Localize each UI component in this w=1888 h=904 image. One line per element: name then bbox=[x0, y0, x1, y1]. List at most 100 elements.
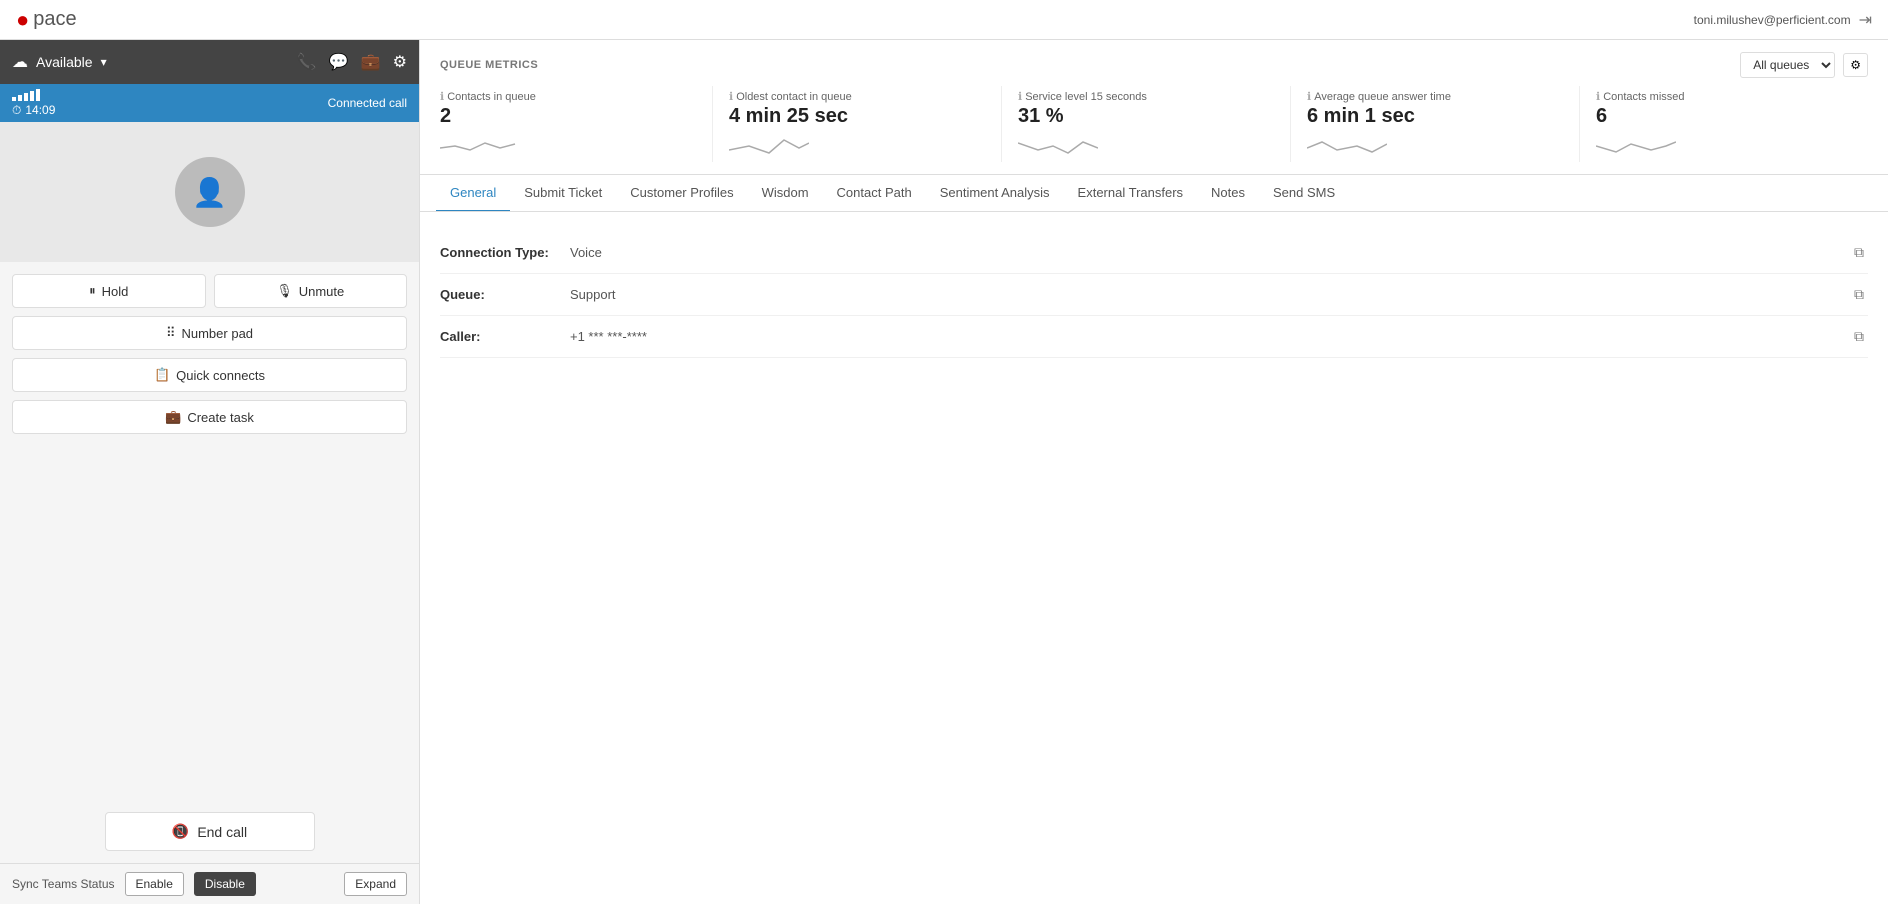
tab-submit-ticket[interactable]: Submit Ticket bbox=[510, 175, 616, 212]
spacer bbox=[0, 446, 419, 800]
signal-bar-4 bbox=[30, 91, 34, 101]
metric-oldest-contact: ℹ Oldest contact in queue 4 min 25 sec bbox=[729, 86, 1002, 162]
expand-button[interactable]: Expand bbox=[344, 872, 407, 896]
call-bar: ⏱ 14:09 Connected call bbox=[0, 84, 419, 122]
end-call-icon: 📵 bbox=[172, 823, 189, 840]
queue-row: Queue: Support ⧉ bbox=[440, 274, 1868, 316]
tab-external-transfers[interactable]: External Transfers bbox=[1064, 175, 1198, 212]
metric-contacts-in-queue: ℹ Contacts in queue 2 bbox=[440, 86, 713, 162]
pause-icon: ⏸ bbox=[89, 283, 96, 299]
queue-metrics-title: QUEUE METRICS bbox=[440, 59, 538, 71]
chevron-down-icon[interactable]: ▾ bbox=[101, 55, 107, 69]
metric-chart-3 bbox=[1307, 128, 1563, 158]
caller-label: Caller: bbox=[440, 329, 570, 344]
call-status: Connected call bbox=[328, 96, 407, 110]
number-pad-button[interactable]: ⠿ Number pad bbox=[12, 316, 407, 350]
chat-icon[interactable]: 💬 bbox=[329, 52, 349, 72]
dialpad-icon: ⠿ bbox=[166, 325, 176, 341]
logo: ● pace bbox=[16, 7, 77, 33]
status-icons: 📞 💬 💼 ⚙ bbox=[297, 52, 407, 72]
hold-button[interactable]: ⏸ Hold bbox=[12, 274, 206, 308]
queue-select[interactable]: All queues bbox=[1740, 52, 1835, 78]
tab-send-sms[interactable]: Send SMS bbox=[1259, 175, 1349, 212]
connection-type-value: Voice bbox=[570, 245, 1850, 260]
end-call-button[interactable]: 📵 End call bbox=[105, 812, 315, 851]
sync-label: Sync Teams Status bbox=[12, 877, 115, 891]
end-call-area: 📵 End call bbox=[0, 800, 419, 863]
metric-label-0: Contacts in queue bbox=[447, 91, 536, 103]
phone-icon[interactable]: 📞 bbox=[297, 52, 317, 72]
queue-metrics: QUEUE METRICS All queues ⚙ ℹ Contacts in… bbox=[420, 40, 1888, 175]
top-nav-right: toni.milushev@perficient.com ⇥ bbox=[1694, 10, 1872, 30]
user-email: toni.milushev@perficient.com bbox=[1694, 13, 1851, 27]
metric-label-2: Service level 15 seconds bbox=[1025, 91, 1147, 103]
tasks-icon[interactable]: 💼 bbox=[361, 52, 381, 72]
metric-chart-4 bbox=[1596, 128, 1852, 158]
avatar-icon: 👤 bbox=[192, 176, 227, 209]
metric-value-4: 6 bbox=[1596, 105, 1852, 128]
tab-general[interactable]: General bbox=[436, 175, 510, 212]
metric-value-2: 31 % bbox=[1018, 105, 1274, 128]
logout-icon[interactable]: ⇥ bbox=[1859, 10, 1872, 30]
sparkline-1 bbox=[729, 128, 809, 158]
enable-button[interactable]: Enable bbox=[125, 872, 184, 896]
copy-connection-type-button[interactable]: ⧉ bbox=[1850, 242, 1868, 263]
metric-value-3: 6 min 1 sec bbox=[1307, 105, 1563, 128]
hold-unmute-row: ⏸ Hold 🎙 Unmute bbox=[12, 274, 407, 308]
action-buttons: ⏸ Hold 🎙 Unmute ⠿ Number pad 📋 Quick con… bbox=[0, 262, 419, 446]
cloud-icon: ☁ bbox=[12, 52, 28, 72]
metric-contacts-missed: ℹ Contacts missed 6 bbox=[1596, 86, 1868, 162]
metric-avg-answer-time: ℹ Average queue answer time 6 min 1 sec bbox=[1307, 86, 1580, 162]
sparkline-0 bbox=[440, 128, 520, 158]
metric-chart-0 bbox=[440, 128, 696, 158]
caller-value: +1 *** ***-**** bbox=[570, 329, 1850, 344]
quick-connects-button[interactable]: 📋 Quick connects bbox=[12, 358, 407, 392]
info-icon-3[interactable]: ℹ bbox=[1307, 90, 1311, 103]
sparkline-3 bbox=[1307, 128, 1387, 158]
content-area: Connection Type: Voice ⧉ Queue: Support … bbox=[420, 212, 1888, 904]
timer-value: 14:09 bbox=[25, 103, 55, 117]
metric-label-3: Average queue answer time bbox=[1314, 91, 1451, 103]
top-nav: ● pace toni.milushev@perficient.com ⇥ bbox=[0, 0, 1888, 40]
tab-contact-path[interactable]: Contact Path bbox=[823, 175, 926, 212]
copy-caller-button[interactable]: ⧉ bbox=[1850, 326, 1868, 347]
signal-bar-2 bbox=[18, 95, 22, 101]
info-icon-0[interactable]: ℹ bbox=[440, 90, 444, 103]
settings-icon[interactable]: ⚙ bbox=[393, 52, 407, 72]
signal-bar-5 bbox=[36, 89, 40, 101]
tab-customer-profiles[interactable]: Customer Profiles bbox=[616, 175, 747, 212]
quick-connects-icon: 📋 bbox=[154, 367, 170, 383]
disable-button[interactable]: Disable bbox=[194, 872, 256, 896]
info-icon-4[interactable]: ℹ bbox=[1596, 90, 1600, 103]
main-layout: ☁ Available ▾ 📞 💬 💼 ⚙ bbox=[0, 40, 1888, 904]
status-left: ☁ Available ▾ bbox=[12, 52, 107, 72]
create-task-button[interactable]: 💼 Create task bbox=[12, 400, 407, 434]
avatar: 👤 bbox=[175, 157, 245, 227]
status-text: Available bbox=[36, 54, 93, 70]
status-bar: ☁ Available ▾ 📞 💬 💼 ⚙ bbox=[0, 40, 419, 84]
metric-value-1: 4 min 25 sec bbox=[729, 105, 985, 128]
metric-chart-1 bbox=[729, 128, 985, 158]
unmute-button[interactable]: 🎙 Unmute bbox=[214, 274, 408, 308]
info-icon-1[interactable]: ℹ bbox=[729, 90, 733, 103]
metric-service-level: ℹ Service level 15 seconds 31 % bbox=[1018, 86, 1291, 162]
copy-queue-button[interactable]: ⧉ bbox=[1850, 284, 1868, 305]
sparkline-2 bbox=[1018, 128, 1098, 158]
tabs-bar: General Submit Ticket Customer Profiles … bbox=[420, 175, 1888, 212]
queue-metrics-header: QUEUE METRICS All queues ⚙ bbox=[440, 52, 1868, 78]
info-icon-2[interactable]: ℹ bbox=[1018, 90, 1022, 103]
metric-value-0: 2 bbox=[440, 105, 696, 128]
queue-settings-button[interactable]: ⚙ bbox=[1843, 53, 1868, 77]
tab-notes[interactable]: Notes bbox=[1197, 175, 1259, 212]
tab-sentiment-analysis[interactable]: Sentiment Analysis bbox=[926, 175, 1064, 212]
tab-wisdom[interactable]: Wisdom bbox=[748, 175, 823, 212]
metric-label-1: Oldest contact in queue bbox=[736, 91, 852, 103]
call-timer: ⏱ 14:09 bbox=[12, 103, 55, 118]
metric-label-4: Contacts missed bbox=[1603, 91, 1684, 103]
logo-icon: ● bbox=[16, 7, 29, 33]
avatar-area: 👤 bbox=[0, 122, 419, 262]
briefcase-icon: 💼 bbox=[165, 409, 181, 425]
connection-type-label: Connection Type: bbox=[440, 245, 570, 260]
queue-value: Support bbox=[570, 287, 1850, 302]
caller-row: Caller: +1 *** ***-**** ⧉ bbox=[440, 316, 1868, 358]
